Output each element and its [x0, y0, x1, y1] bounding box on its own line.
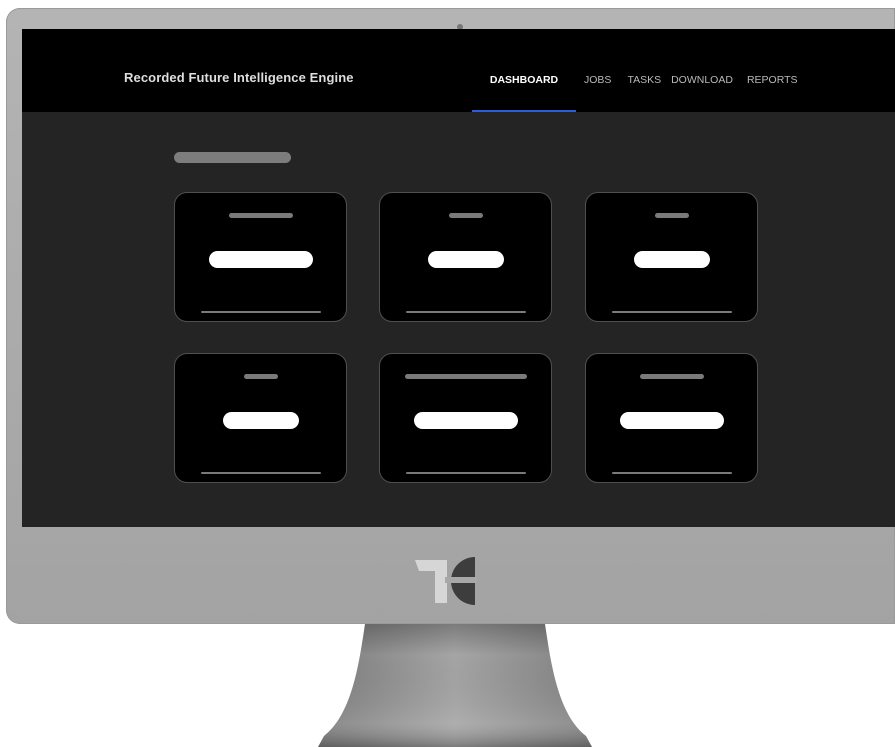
nav-tab-reports[interactable]: REPORTS: [747, 29, 798, 112]
top-navbar: Recorded Future Intelligence Engine DASH…: [22, 29, 895, 112]
card-label-placeholder: [228, 213, 293, 218]
stat-card[interactable]: [379, 353, 552, 483]
nav-tab-tasks[interactable]: TASKS: [627, 29, 661, 112]
card-label-placeholder: [639, 374, 704, 379]
card-value-placeholder: [427, 251, 504, 268]
stat-card[interactable]: [585, 353, 758, 483]
card-value-placeholder: [222, 412, 299, 429]
card-label-placeholder: [654, 213, 689, 218]
card-value-placeholder: [413, 412, 518, 429]
nav-tab-dashboard[interactable]: DASHBOARD: [472, 29, 576, 112]
app-title: Recorded Future Intelligence Engine: [124, 70, 354, 85]
card-value-placeholder: [633, 251, 710, 268]
brand-logo-icon: [415, 557, 477, 605]
stat-card[interactable]: [585, 192, 758, 322]
stat-card[interactable]: [379, 192, 552, 322]
card-footer-line: [405, 311, 526, 313]
card-footer-line: [200, 311, 321, 313]
app-screen: Recorded Future Intelligence Engine DASH…: [22, 29, 895, 527]
card-footer-line: [611, 311, 732, 313]
main-nav: DASHBOARD JOBS TASKS DOWNLOAD REPORTS: [472, 29, 798, 112]
nav-tab-jobs[interactable]: JOBS: [584, 29, 611, 112]
card-label-placeholder: [448, 213, 483, 218]
card-value-placeholder: [208, 251, 313, 268]
monitor-stand: [318, 624, 592, 747]
stat-card[interactable]: [174, 192, 347, 322]
card-label-placeholder: [404, 374, 527, 379]
stat-card[interactable]: [174, 353, 347, 483]
card-footer-line: [200, 472, 321, 474]
card-value-placeholder: [619, 412, 724, 429]
section-heading-placeholder: [174, 152, 291, 163]
card-footer-line: [611, 472, 732, 474]
card-label-placeholder: [243, 374, 278, 379]
card-footer-line: [405, 472, 526, 474]
nav-tab-download[interactable]: DOWNLOAD: [671, 29, 733, 112]
